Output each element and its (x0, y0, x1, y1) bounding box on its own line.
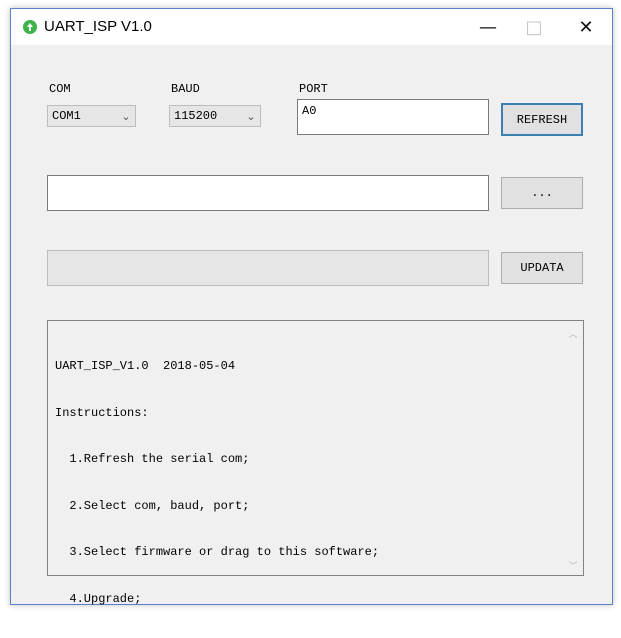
com-select[interactable]: COM1 ⌄ (47, 105, 136, 127)
title-bar[interactable]: UART_ISP V1.0 — □ ✕ (11, 9, 612, 45)
port-input-value: A0 (302, 104, 317, 118)
close-button[interactable]: ✕ (563, 9, 609, 45)
window-title: UART_ISP V1.0 (44, 18, 152, 35)
com-label: COM (49, 82, 71, 96)
log-line: 4.Upgrade; (55, 591, 142, 606)
refresh-button-label: REFRESH (516, 112, 568, 127)
log-line: Instructions: (55, 405, 149, 420)
close-icon: ✕ (578, 16, 594, 38)
log-line: 1.Refresh the serial com; (55, 452, 250, 466)
log-textarea[interactable]: UART_ISP_V1.0 2018-05-04 Instructions: 1… (47, 320, 584, 606)
update-button-label: UPDATA (520, 261, 564, 275)
port-label: PORT (299, 82, 328, 96)
upgrade-progress-bar (47, 250, 489, 286)
port-input[interactable]: A0 (297, 99, 489, 135)
log-text: UART_ISP_V1.0 2018-05-04 Instructions: 1… (55, 328, 379, 638)
maximize-icon: □ (525, 16, 543, 38)
baud-select-value: 115200 (174, 109, 218, 123)
browse-button-label: ... (531, 186, 553, 200)
chevron-down-icon: ⌄ (121, 109, 131, 123)
com-select-value: COM1 (52, 109, 81, 123)
log-line: 3.Select firmware or drag to this softwa… (55, 545, 380, 559)
app-window: UART_ISP V1.0 — □ ✕ COM BAUD PORT COM1 ⌄… (10, 8, 613, 606)
browse-button[interactable]: ... (501, 177, 583, 209)
chevron-down-icon: ⌄ (246, 109, 256, 123)
baud-select[interactable]: 115200 ⌄ (169, 105, 261, 127)
maximize-button[interactable]: □ (511, 9, 557, 45)
scroll-down-icon[interactable]: ﹀ (567, 559, 579, 572)
update-button[interactable]: UPDATA (501, 252, 583, 284)
minimize-icon: — (479, 16, 497, 38)
app-icon (23, 20, 37, 34)
scroll-up-icon[interactable]: ︿ (567, 327, 579, 340)
log-line: 2.Select com, baud, port; (55, 498, 250, 513)
minimize-button[interactable]: — (465, 9, 511, 45)
log-line: UART_ISP_V1.0 2018-05-04 (55, 359, 236, 373)
refresh-button[interactable]: REFRESH (501, 103, 583, 136)
baud-label: BAUD (171, 82, 200, 96)
firmware-path-input[interactable] (47, 175, 489, 211)
